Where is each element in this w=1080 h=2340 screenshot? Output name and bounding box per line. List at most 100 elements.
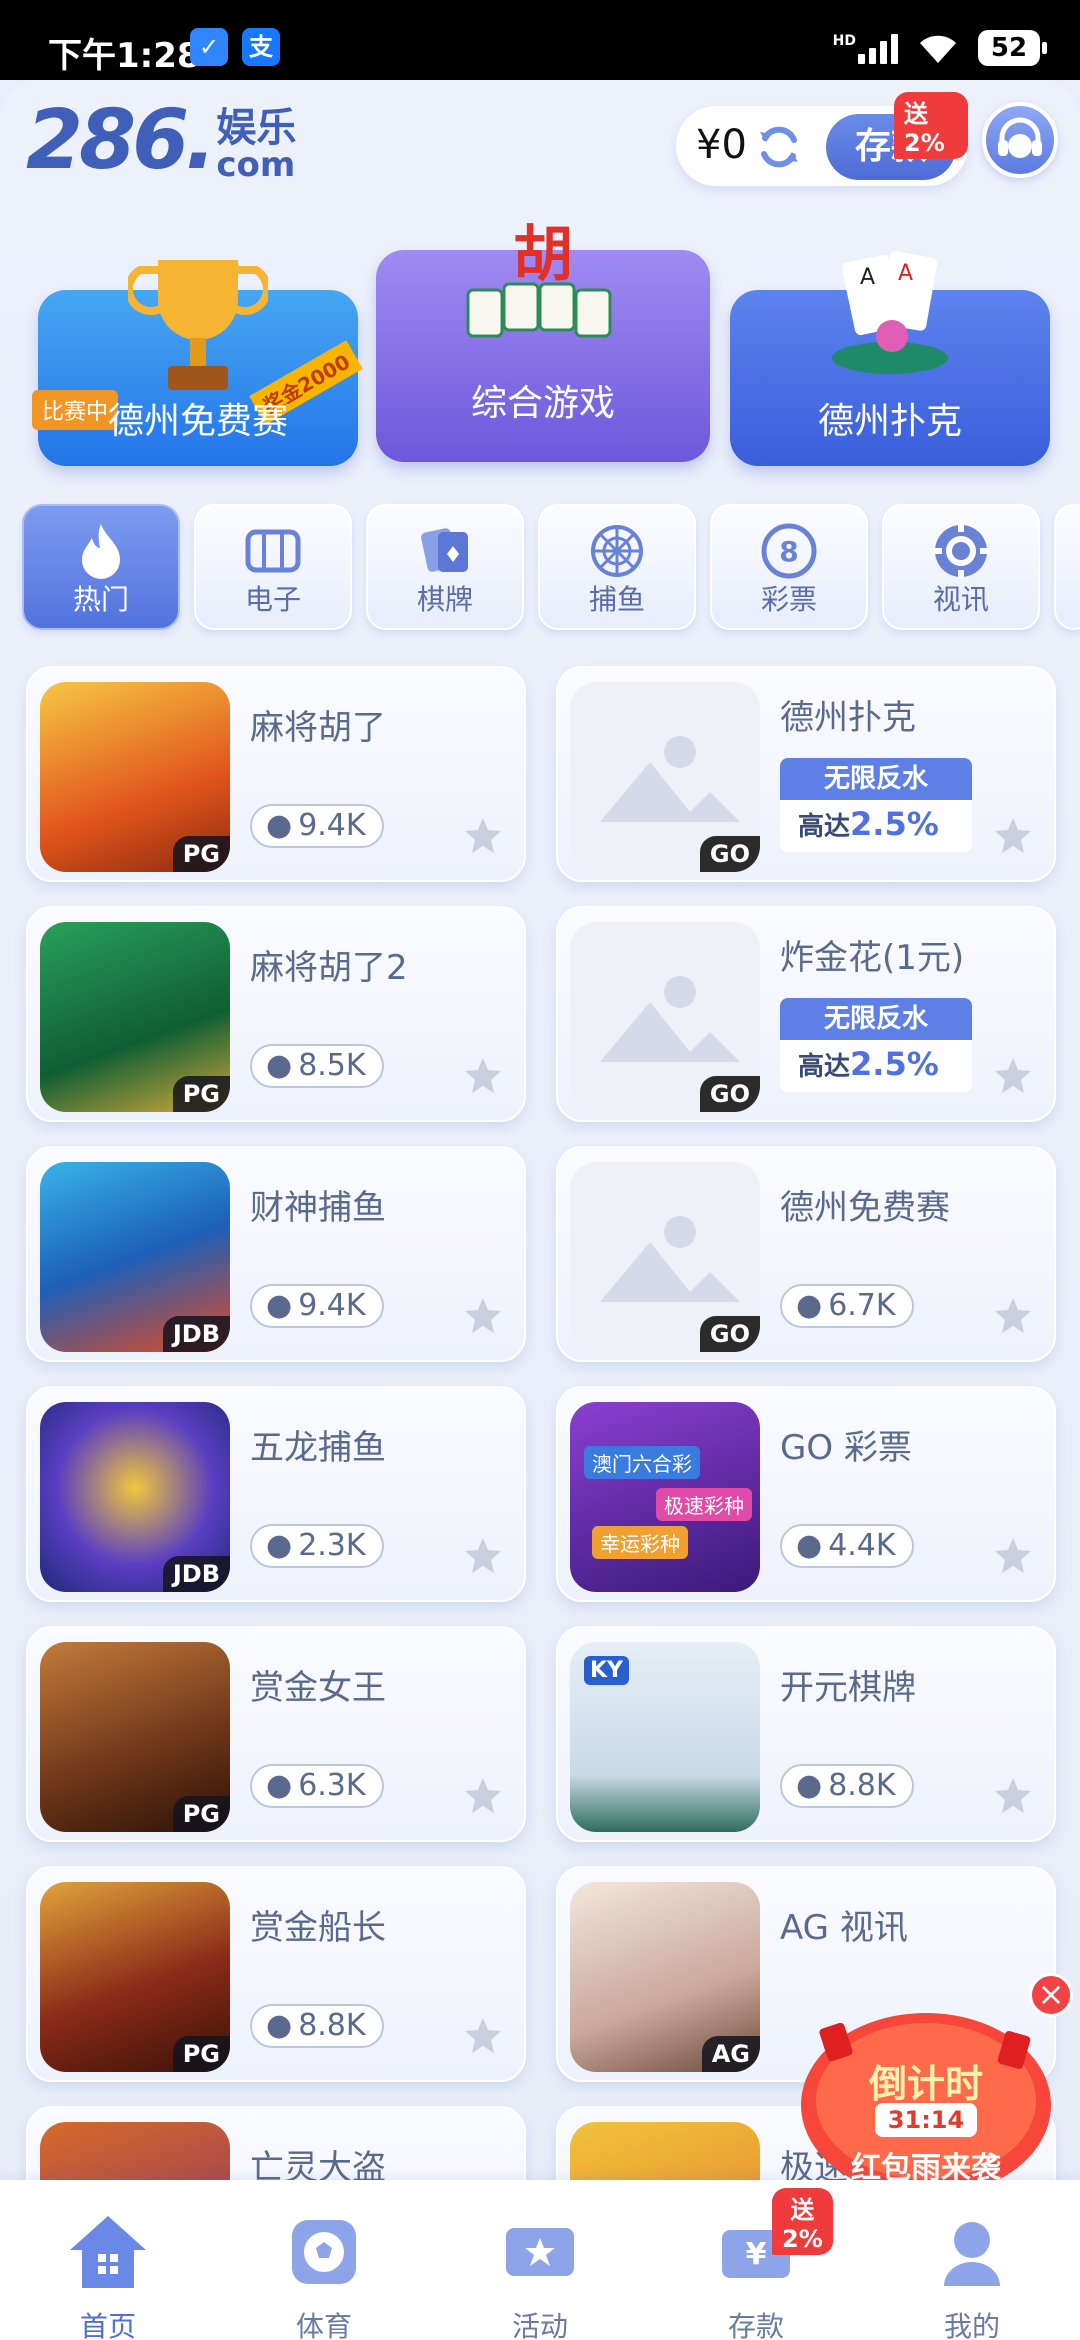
favorite-star-icon[interactable] <box>464 1056 502 1094</box>
player-count: ● 4.4K <box>780 1524 914 1568</box>
user-icon: ● <box>266 808 293 843</box>
game-card[interactable]: JDB 五龙捕鱼 ● 2.3K <box>26 1386 526 1602</box>
close-icon[interactable]: × <box>1029 1973 1073 2017</box>
nav-label: 体育 <box>295 2310 352 2340</box>
user-icon <box>944 2222 1000 2286</box>
game-name: 财神捕鱼 <box>250 1188 386 1228</box>
provider-badge: PG <box>172 1076 230 1112</box>
player-count-value: 6.7K <box>828 1288 896 1323</box>
thumb-label: 极速彩种 <box>656 1488 752 1521</box>
provider-badge: JDB <box>162 1316 230 1352</box>
wifi-icon <box>920 35 956 63</box>
thumb-label: 幸运彩种 <box>592 1526 688 1559</box>
game-card[interactable]: JDB 财神捕鱼 ● 9.4K <box>26 1146 526 1362</box>
game-card[interactable]: PG 麻将胡了2 ● 8.5K <box>26 906 526 1122</box>
game-card[interactable]: GO 德州免费赛 ● 6.7K <box>556 1146 1056 1362</box>
game-thumbnail: 澳门六合彩 极速彩种 幸运彩种 <box>570 1402 760 1592</box>
tab-cards[interactable]: 棋牌 <box>366 504 524 630</box>
game-card[interactable]: PG 赏金船长 ● 8.8K <box>26 1866 526 2082</box>
game-card[interactable]: 亡灵大盗 <box>26 2106 526 2180</box>
ticket-icon <box>506 2228 574 2276</box>
mahjong-icon: 胡 <box>466 220 612 338</box>
nav-sports[interactable]: 体育 <box>254 2210 394 2340</box>
game-thumbnail <box>570 2122 760 2180</box>
tab-hot[interactable]: 热门 <box>22 504 180 630</box>
favorite-star-icon[interactable] <box>464 2016 502 2054</box>
favorite-star-icon[interactable] <box>464 1536 502 1574</box>
user-icon: ● <box>266 1528 293 1563</box>
favorite-star-icon[interactable] <box>994 816 1032 854</box>
tab-live[interactable]: 视讯 <box>882 504 1040 630</box>
game-card[interactable]: KY 开元棋牌 ● 8.8K <box>556 1626 1056 1842</box>
nav-deposit[interactable]: ¥ 存款 送2% <box>686 2188 833 2340</box>
game-name: 德州免费赛 <box>780 1188 950 1228</box>
favorite-star-icon[interactable] <box>994 1536 1032 1574</box>
rebate-prefix: 高达 <box>798 1052 851 1082</box>
logo-com: com <box>216 145 296 185</box>
player-count-value: 8.5K <box>298 1048 366 1083</box>
tab-lottery[interactable]: 8 彩票 <box>710 504 868 630</box>
game-name: AG 视讯 <box>780 1908 908 1948</box>
game-card[interactable]: GO 炸金花(1元) 无限反水 高达2.5% <box>556 906 1056 1122</box>
nav-home[interactable]: 首页 <box>38 2210 178 2340</box>
favorite-star-icon[interactable] <box>464 1776 502 1814</box>
app-notification-icon: ✓ <box>190 28 228 66</box>
tab-fishing[interactable]: 捕鱼 <box>538 504 696 630</box>
svg-text:¥: ¥ <box>746 2237 767 2272</box>
provider-badge: JDB <box>162 1556 230 1592</box>
player-count: ● 6.3K <box>250 1764 384 1808</box>
game-thumbnail: PG <box>40 922 230 1112</box>
user-icon: ● <box>266 1288 293 1323</box>
tab-label: 棋牌 <box>416 583 473 616</box>
game-card[interactable]: 澳门六合彩 极速彩种 幸运彩种 GO 彩票 ● 4.4K <box>556 1386 1056 1602</box>
game-card[interactable]: PG 麻将胡了 ● 9.4K <box>26 666 526 882</box>
player-count: ● 6.7K <box>780 1284 914 1328</box>
battery-icon: 52 <box>978 30 1047 66</box>
tab-more[interactable] <box>1054 504 1080 630</box>
tab-label: 彩票 <box>760 583 817 616</box>
banner-label: 德州免费赛 <box>107 401 288 442</box>
favorite-star-icon[interactable] <box>994 1776 1032 1814</box>
game-card[interactable]: PG 赏金女王 ● 6.3K <box>26 1626 526 1842</box>
rebate-badge: 无限反水 高达2.5% <box>780 998 972 1092</box>
rebate-badge: 无限反水 高达2.5% <box>780 758 972 852</box>
favorite-star-icon[interactable] <box>464 1296 502 1334</box>
player-count: ● 8.8K <box>250 2004 384 2048</box>
game-thumbnail: PG <box>40 1882 230 2072</box>
rebate-title: 无限反水 <box>780 758 972 800</box>
soccer-ball-icon <box>292 2220 356 2284</box>
site-logo[interactable]: 286. 娱乐 com <box>26 93 296 188</box>
refresh-icon[interactable] <box>754 122 804 172</box>
headset-icon <box>998 117 1042 158</box>
balance-amount: ¥0 <box>696 122 747 168</box>
banner-texas-poker[interactable]: A A 德州扑克 <box>730 251 1050 466</box>
nav-activities[interactable]: 活动 <box>470 2210 610 2340</box>
red-packet-countdown-widget[interactable]: 倒计时 31:14 红包雨来袭 × <box>795 1973 1073 2180</box>
nav-label: 我的 <box>943 2310 1000 2340</box>
favorite-star-icon[interactable] <box>994 1056 1032 1094</box>
rebate-rate-line: 高达2.5% <box>780 1040 972 1091</box>
mahjong-emblem: 胡 <box>513 220 573 290</box>
tab-label: 视讯 <box>932 583 989 616</box>
user-icon: ● <box>796 1288 823 1323</box>
tab-slots[interactable]: 电子 <box>194 504 352 630</box>
nav-promo-badge: 送2% <box>772 2188 833 2255</box>
status-bar: 下午1:28 ✓ 支 HD 52 <box>0 0 1080 80</box>
player-count: ● 8.8K <box>780 1764 914 1808</box>
lottery-ball-icon: 8 <box>761 523 817 579</box>
deposit-promo-badge: 送2% <box>894 92 968 159</box>
rebate-title: 无限反水 <box>780 998 972 1040</box>
player-count-value: 8.8K <box>828 1768 896 1803</box>
customer-support-button[interactable] <box>982 102 1058 178</box>
game-card[interactable]: GO 德州扑克 无限反水 高达2.5% <box>556 666 1056 882</box>
game-name: GO 彩票 <box>780 1428 912 1468</box>
logo-number: 286. <box>26 93 216 188</box>
tab-label: 电子 <box>244 583 301 616</box>
player-count: ● 2.3K <box>250 1524 384 1568</box>
favorite-star-icon[interactable] <box>464 816 502 854</box>
banner-texas-free-tournament[interactable]: 比赛中 奖金2000 德州免费赛 <box>32 260 363 466</box>
favorite-star-icon[interactable] <box>994 1296 1032 1334</box>
poker-cards-icon: A A <box>832 251 948 374</box>
nav-profile[interactable]: 我的 <box>902 2210 1042 2340</box>
banner-comprehensive-games[interactable]: 胡 综合游戏 <box>376 220 710 462</box>
